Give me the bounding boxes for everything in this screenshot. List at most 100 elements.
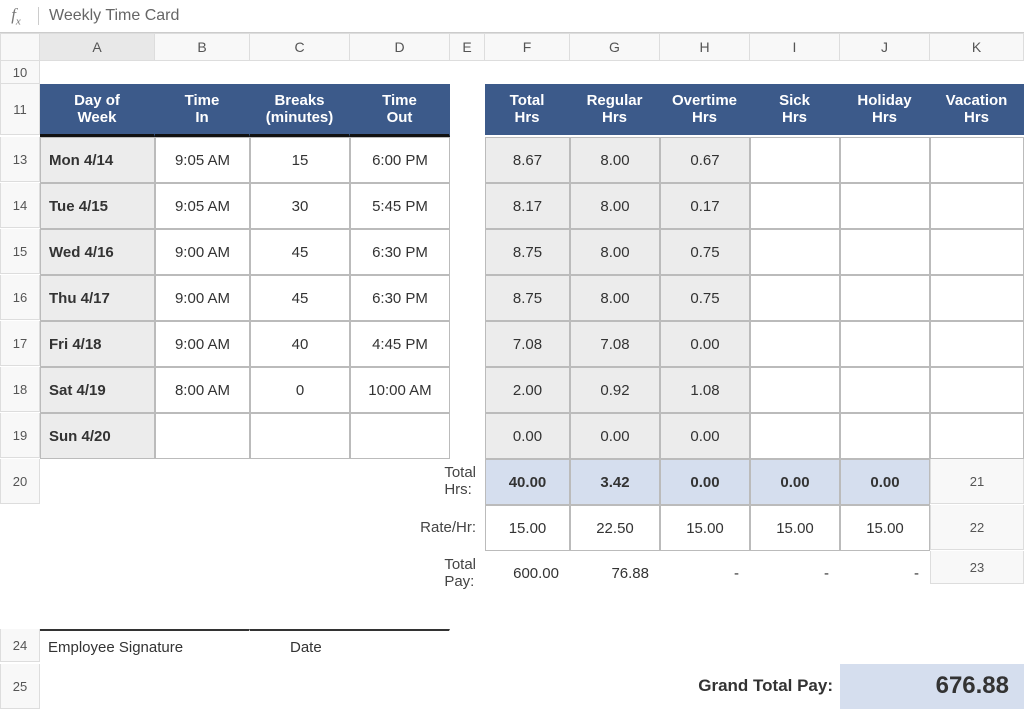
time-out-cell[interactable]	[350, 413, 450, 459]
time-in-cell[interactable]: 9:05 AM	[155, 137, 250, 183]
time-out-cell[interactable]: 4:45 PM	[350, 321, 450, 367]
pay-regular[interactable]: 600.00	[485, 551, 570, 596]
total-regular[interactable]: 40.00	[485, 459, 570, 505]
rate-holiday[interactable]: 15.00	[750, 505, 840, 551]
vacation-hrs-cell[interactable]	[930, 137, 1024, 183]
sick-hrs-cell[interactable]	[750, 275, 840, 321]
col-header-J[interactable]: J	[840, 33, 930, 61]
pay-vacation[interactable]: -	[840, 551, 930, 596]
total-overtime[interactable]: 3.42	[570, 459, 660, 505]
day-cell[interactable]: Wed 4/16	[40, 229, 155, 275]
total-hrs-cell[interactable]: 8.75	[485, 275, 570, 321]
total-hrs-cell[interactable]: 7.08	[485, 321, 570, 367]
grid[interactable]: A B C D E F G H I J K 10 11 Day ofWeek T…	[0, 33, 1024, 709]
cell[interactable]	[450, 229, 485, 274]
cell[interactable]	[40, 61, 1024, 84]
overtime-hrs-cell[interactable]: 0.75	[660, 275, 750, 321]
col-header-C[interactable]: C	[250, 33, 350, 61]
day-cell[interactable]: Fri 4/18	[40, 321, 155, 367]
total-hrs-cell[interactable]: 8.75	[485, 229, 570, 275]
cell[interactable]	[40, 505, 450, 550]
vacation-hrs-cell[interactable]	[930, 367, 1024, 413]
sick-hrs-cell[interactable]	[750, 229, 840, 275]
row-header[interactable]: 20	[0, 459, 40, 504]
cell[interactable]	[40, 551, 450, 596]
overtime-hrs-cell[interactable]: 0.75	[660, 229, 750, 275]
time-in-cell[interactable]	[155, 413, 250, 459]
breaks-cell[interactable]: 30	[250, 183, 350, 229]
day-cell[interactable]: Tue 4/15	[40, 183, 155, 229]
breaks-cell[interactable]: 45	[250, 229, 350, 275]
cell[interactable]	[40, 664, 570, 709]
pay-holiday[interactable]: -	[750, 551, 840, 596]
total-hrs-cell[interactable]: 0.00	[485, 413, 570, 459]
sick-hrs-cell[interactable]	[750, 367, 840, 413]
total-hrs-cell[interactable]: 8.17	[485, 183, 570, 229]
row-header[interactable]: 24	[0, 629, 40, 662]
time-in-cell[interactable]: 9:00 AM	[155, 229, 250, 275]
col-header-B[interactable]: B	[155, 33, 250, 61]
header-sick-hrs[interactable]: SickHrs	[750, 84, 840, 135]
holiday-hrs-cell[interactable]	[840, 137, 930, 183]
time-out-cell[interactable]: 6:00 PM	[350, 137, 450, 183]
holiday-hrs-cell[interactable]	[840, 229, 930, 275]
cell[interactable]	[450, 137, 485, 182]
cell[interactable]	[40, 459, 450, 504]
time-out-cell[interactable]: 6:30 PM	[350, 275, 450, 321]
breaks-cell[interactable]: 40	[250, 321, 350, 367]
cell[interactable]	[450, 275, 485, 320]
time-in-cell[interactable]: 8:00 AM	[155, 367, 250, 413]
header-time-in[interactable]: TimeIn	[155, 84, 250, 137]
header-day[interactable]: Day ofWeek	[40, 84, 155, 137]
time-out-cell[interactable]: 10:00 AM	[350, 367, 450, 413]
cell[interactable]	[40, 596, 1024, 629]
row-header[interactable]: 19	[0, 413, 40, 458]
row-header[interactable]: 18	[0, 367, 40, 412]
rate-overtime[interactable]: 22.50	[570, 505, 660, 551]
day-cell[interactable]: Sun 4/20	[40, 413, 155, 459]
rate-vacation[interactable]: 15.00	[840, 505, 930, 551]
row-header[interactable]: 25	[0, 664, 40, 709]
pay-sick[interactable]: -	[660, 551, 750, 596]
total-sick[interactable]: 0.00	[660, 459, 750, 505]
col-header-G[interactable]: G	[570, 33, 660, 61]
overtime-hrs-cell[interactable]: 0.67	[660, 137, 750, 183]
row-header[interactable]: 23	[930, 551, 1024, 584]
holiday-hrs-cell[interactable]	[840, 183, 930, 229]
vacation-hrs-cell[interactable]	[930, 183, 1024, 229]
time-out-cell[interactable]: 6:30 PM	[350, 229, 450, 275]
overtime-hrs-cell[interactable]: 0.17	[660, 183, 750, 229]
col-header-K[interactable]: K	[930, 33, 1024, 61]
col-header-F[interactable]: F	[485, 33, 570, 61]
header-total-hrs[interactable]: TotalHrs	[485, 84, 570, 135]
header-holiday-hrs[interactable]: HolidayHrs	[840, 84, 930, 135]
rate-label[interactable]: Rate/Hr:	[450, 505, 485, 550]
employee-signature-label[interactable]: Employee Signature	[40, 629, 250, 664]
sick-hrs-cell[interactable]	[750, 413, 840, 459]
total-pay-label[interactable]: Total Pay:	[450, 551, 485, 596]
grand-total-value[interactable]: 676.88	[840, 664, 1024, 709]
row-header[interactable]: 14	[0, 183, 40, 228]
cell[interactable]	[450, 629, 1024, 662]
time-out-cell[interactable]: 5:45 PM	[350, 183, 450, 229]
day-cell[interactable]: Mon 4/14	[40, 137, 155, 183]
row-header[interactable]: 21	[930, 459, 1024, 504]
row-header[interactable]: 22	[930, 505, 1024, 550]
cell[interactable]	[450, 413, 485, 458]
fx-icon[interactable]: fx	[0, 5, 32, 27]
select-all-corner[interactable]	[0, 33, 40, 61]
row-header[interactable]: 10	[0, 61, 40, 84]
time-in-cell[interactable]: 9:00 AM	[155, 275, 250, 321]
header-regular-hrs[interactable]: RegularHrs	[570, 84, 660, 135]
day-cell[interactable]: Thu 4/17	[40, 275, 155, 321]
regular-hrs-cell[interactable]: 8.00	[570, 183, 660, 229]
breaks-cell[interactable]: 0	[250, 367, 350, 413]
day-cell[interactable]: Sat 4/19	[40, 367, 155, 413]
overtime-hrs-cell[interactable]: 0.00	[660, 413, 750, 459]
breaks-cell[interactable]: 15	[250, 137, 350, 183]
rate-regular[interactable]: 15.00	[485, 505, 570, 551]
header-breaks[interactable]: Breaks(minutes)	[250, 84, 350, 137]
rate-sick[interactable]: 15.00	[660, 505, 750, 551]
header-vacation-hrs[interactable]: VacationHrs	[930, 84, 1024, 135]
row-header[interactable]: 13	[0, 137, 40, 182]
